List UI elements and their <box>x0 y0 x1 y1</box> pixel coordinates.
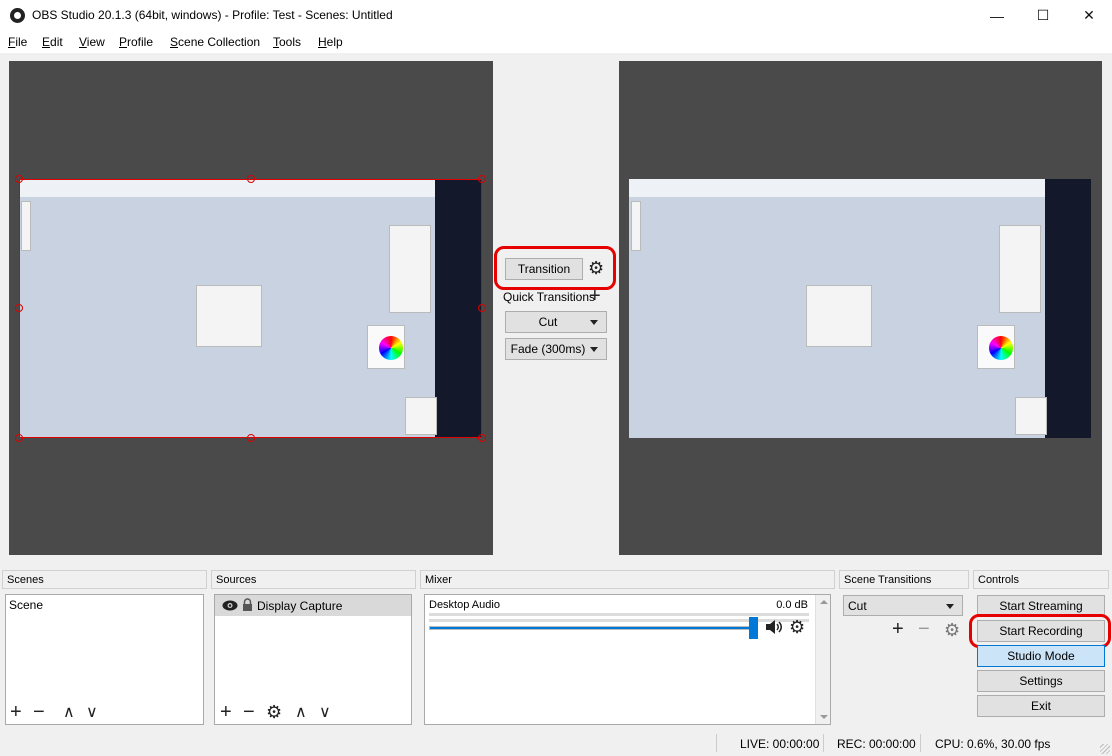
status-divider <box>823 734 824 752</box>
resize-handle[interactable] <box>478 434 486 442</box>
resize-handle[interactable] <box>478 304 486 312</box>
menu-view[interactable]: View <box>79 35 105 49</box>
quick-transition-cut-select[interactable]: Cut <box>505 311 607 333</box>
chevron-down-icon <box>590 347 598 352</box>
scroll-down-arrow-icon[interactable] <box>820 715 828 719</box>
audio-level-readout: 0.0 dB <box>776 599 808 611</box>
volume-slider[interactable] <box>429 626 757 630</box>
status-divider <box>920 734 921 752</box>
move-source-down-icon[interactable]: ∨ <box>319 704 331 722</box>
move-source-up-icon[interactable]: ∧ <box>295 704 307 722</box>
scene-transitions-dock-header: Scene Transitions <box>839 570 969 589</box>
add-scene-plus-icon[interactable]: + <box>10 702 22 722</box>
scroll-up-arrow-icon[interactable] <box>820 600 828 604</box>
resize-grip-icon[interactable] <box>1100 744 1110 754</box>
quick-fade-label: Fade (300ms) <box>510 342 586 356</box>
audio-mixer-area: Desktop Audio 0.0 dB ⚙ <box>424 594 831 725</box>
add-source-plus-icon[interactable]: + <box>220 702 232 722</box>
move-scene-up-icon[interactable]: ∧ <box>63 704 75 722</box>
chevron-down-icon <box>946 603 954 609</box>
add-transition-plus-icon[interactable]: + <box>892 619 904 639</box>
quick-transition-fade-select[interactable]: Fade (300ms) <box>505 338 607 360</box>
source-list-item[interactable]: Display Capture <box>215 595 411 616</box>
audio-level-meter <box>429 613 809 616</box>
highlight-annotation <box>969 614 1111 648</box>
resize-handle[interactable] <box>15 434 23 442</box>
resize-handle[interactable] <box>478 175 486 183</box>
menu-bar: File Edit View Profile Scene Collection … <box>0 31 1112 53</box>
audio-channel-name: Desktop Audio <box>429 599 500 611</box>
volume-fill <box>430 627 756 629</box>
resize-handle[interactable] <box>15 175 23 183</box>
close-button[interactable]: ✕ <box>1066 0 1112 31</box>
controls-dock-header: Controls <box>973 570 1109 589</box>
scene-list-item[interactable]: Scene <box>9 598 43 612</box>
menu-file[interactable]: File <box>8 35 27 49</box>
audio-settings-gear-icon[interactable]: ⚙ <box>789 618 805 636</box>
obs-logo-icon <box>10 8 25 23</box>
menu-edit[interactable]: Edit <box>42 35 63 49</box>
status-divider <box>716 734 717 752</box>
add-quick-transition-plus-icon[interactable]: + <box>589 286 601 306</box>
window-title: OBS Studio 20.1.3 (64bit, windows) - Pro… <box>32 8 393 22</box>
sources-dock-header: Sources <box>211 570 416 589</box>
exit-button[interactable]: Exit <box>977 695 1105 717</box>
source-properties-gear-icon[interactable]: ⚙ <box>266 703 282 721</box>
highlight-annotation <box>494 246 616 290</box>
remove-source-minus-icon[interactable]: − <box>243 702 255 722</box>
menu-help[interactable]: Help <box>318 35 343 49</box>
menu-scene-collection[interactable]: Scene Collection <box>170 35 260 49</box>
transition-type-select[interactable]: Cut <box>843 595 963 616</box>
settings-button[interactable]: Settings <box>977 670 1105 692</box>
quick-transitions-label: Quick Transitions <box>503 290 596 304</box>
volume-slider-handle[interactable] <box>749 617 758 639</box>
menu-tools[interactable]: Tools <box>273 35 301 49</box>
transition-properties-gear-icon[interactable]: ⚙ <box>944 621 960 639</box>
source-name: Display Capture <box>257 599 343 613</box>
remove-scene-minus-icon[interactable]: − <box>33 702 45 722</box>
resize-handle[interactable] <box>247 175 255 183</box>
chevron-down-icon <box>590 320 598 325</box>
live-timer: LIVE: 00:00:00 <box>740 737 820 751</box>
resize-handle[interactable] <box>15 304 23 312</box>
scenes-dock-header: Scenes <box>2 570 207 589</box>
quick-cut-label: Cut <box>538 315 558 329</box>
title-bar[interactable]: OBS Studio 20.1.3 (64bit, windows) - Pro… <box>0 0 1112 31</box>
transition-type-value: Cut <box>848 598 867 613</box>
cpu-fps-readout: CPU: 0.6%, 30.00 fps <box>935 737 1051 751</box>
move-scene-down-icon[interactable]: ∨ <box>86 704 98 722</box>
preview-canvas[interactable] <box>9 61 493 555</box>
maximize-button[interactable]: ☐ <box>1020 0 1066 31</box>
studio-mode-button[interactable]: Studio Mode <box>977 645 1105 667</box>
mixer-scrollbar[interactable] <box>815 595 830 724</box>
speaker-mute-icon[interactable] <box>765 619 783 635</box>
resize-handle[interactable] <box>247 434 255 442</box>
rec-timer: REC: 00:00:00 <box>837 737 916 751</box>
program-display-capture <box>629 179 1091 438</box>
visibility-eye-icon[interactable] <box>222 600 238 611</box>
status-bar: LIVE: 00:00:00 REC: 00:00:00 CPU: 0.6%, … <box>0 731 1112 756</box>
lock-icon[interactable] <box>242 598 253 611</box>
minimize-button[interactable]: — <box>974 0 1020 31</box>
mixer-dock-header: Mixer <box>420 570 835 589</box>
menu-profile[interactable]: Profile <box>119 35 153 49</box>
source-selection-box[interactable] <box>19 179 482 438</box>
program-canvas <box>619 61 1102 555</box>
remove-transition-minus-icon[interactable]: − <box>918 619 930 639</box>
